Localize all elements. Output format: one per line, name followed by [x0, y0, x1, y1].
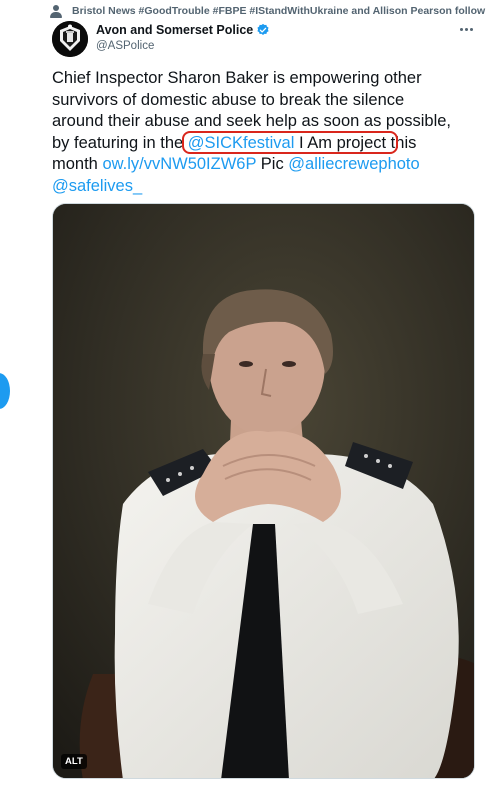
person-icon: [50, 5, 62, 18]
mention-safelives[interactable]: @safelives_: [52, 177, 142, 195]
tweet-line: month ow.ly/vvNW50IZW6P Pic @alliecrewep…: [52, 154, 482, 176]
avatar[interactable]: [52, 21, 88, 57]
more-options-icon[interactable]: [460, 22, 478, 36]
verified-badge-icon: [257, 23, 269, 35]
tweet-line: by featuring in the @SICKfestival I Am p…: [52, 130, 482, 155]
tweet-line: Chief Inspector Sharon Baker is empoweri…: [52, 69, 422, 87]
tweet-line: around their abuse and seek help as soon…: [52, 112, 452, 130]
portrait-image: [53, 204, 474, 778]
author-name[interactable]: Avon and Somerset Police: [96, 23, 253, 37]
tweet-text-segment: this: [386, 133, 417, 152]
tweet-text-segment: month: [52, 155, 103, 173]
social-context-text[interactable]: Bristol News #GoodTrouble #FBPE #IStandW…: [72, 5, 485, 17]
tweet-text-segment: by featuring in the: [52, 133, 188, 152]
short-link[interactable]: ow.ly/vvNW50IZW6P: [102, 155, 256, 173]
author-row[interactable]: Avon and Somerset Police: [96, 23, 270, 37]
mention-sickfestival[interactable]: @SICKfestival: [188, 134, 295, 152]
police-crest-icon: [52, 21, 88, 57]
floating-action-button[interactable]: [0, 373, 10, 409]
author-handle[interactable]: @ASPolice: [96, 40, 154, 52]
tweet-text: Chief Inspector Sharon Baker is empoweri…: [52, 68, 482, 197]
tweet-text-segment: Pic: [256, 155, 289, 173]
tweet-photo[interactable]: ALT: [52, 203, 475, 779]
tweet-line: @safelives_: [52, 176, 482, 198]
alt-text-badge[interactable]: ALT: [61, 754, 87, 769]
annotated-mention: @SICKfestival I Am project: [181, 130, 398, 155]
tweet-line: survivors of domestic abuse to break the…: [52, 90, 405, 109]
mention-photographer[interactable]: @alliecrewephoto: [288, 155, 419, 173]
tweet-card[interactable]: Bristol News #GoodTrouble #FBPE #IStandW…: [0, 0, 499, 787]
tweet-text-segment: I Am project: [294, 133, 387, 152]
